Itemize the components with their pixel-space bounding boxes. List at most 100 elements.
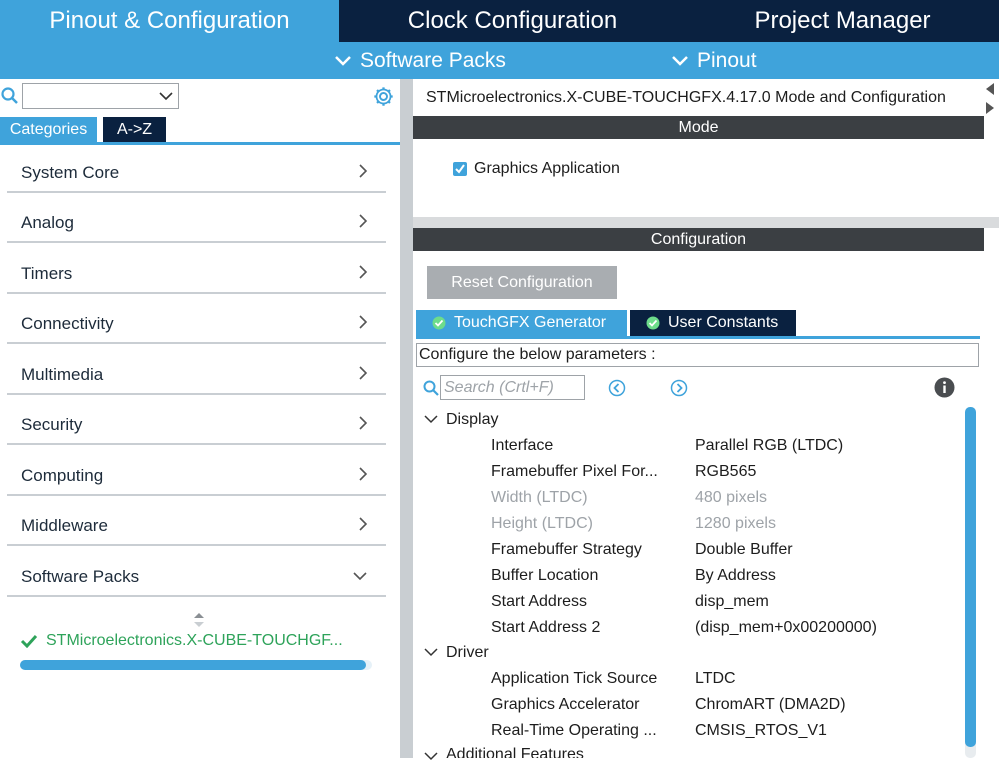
param-value[interactable]: CMSIS_RTOS_V1	[695, 721, 827, 747]
group-driver[interactable]: Driver	[446, 643, 489, 669]
chevron-down-icon	[353, 572, 367, 581]
gear-icon[interactable]	[373, 86, 394, 107]
tab-project-manager[interactable]: Project Manager	[686, 0, 999, 42]
group-display[interactable]: Display	[446, 410, 498, 436]
previous-icon[interactable]	[608, 379, 626, 397]
checkmark-icon	[20, 634, 38, 648]
tab-clock-configuration[interactable]: Clock Configuration	[341, 0, 684, 42]
chevron-down-icon	[159, 92, 173, 101]
category-computing[interactable]: Computing	[7, 448, 386, 496]
param-name[interactable]: Real-Time Operating ...	[491, 721, 657, 747]
param-name[interactable]: Buffer Location	[491, 566, 598, 592]
category-analog[interactable]: Analog	[7, 195, 386, 243]
param-value[interactable]: RGB565	[695, 462, 756, 488]
category-system-core[interactable]: System Core	[7, 145, 386, 193]
tab-categories[interactable]: Categories	[0, 117, 97, 142]
param-name[interactable]: Start Address 2	[491, 618, 600, 644]
mode-section-header: Mode	[413, 116, 984, 139]
section-title: Configuration	[650, 230, 747, 248]
reset-configuration-button[interactable]: Reset Configuration	[427, 266, 617, 299]
graphics-application-label: Graphics Application	[474, 160, 620, 177]
category-label: Software Packs	[21, 567, 140, 586]
category-label: Computing	[21, 466, 104, 485]
group-additional-features[interactable]: Additional Features	[446, 745, 584, 758]
category-security[interactable]: Security	[7, 397, 386, 445]
chevron-right-icon	[359, 416, 368, 430]
graphics-application-checkbox[interactable]	[453, 162, 467, 176]
section-divider	[413, 217, 999, 228]
right-edge-strip	[984, 79, 999, 758]
collapse-arrow-icon[interactable]	[985, 82, 995, 96]
vertical-scrollbar-thumb[interactable]	[965, 407, 976, 747]
param-value: 480 pixels	[695, 489, 768, 506]
param-name[interactable]: Interface	[491, 436, 553, 462]
check-circle-icon	[432, 316, 446, 330]
param-name[interactable]: Application Tick Source	[491, 669, 657, 695]
chevron-right-icon	[359, 467, 368, 481]
category-connectivity[interactable]: Connectivity	[7, 296, 386, 344]
param-value[interactable]: Double Buffer	[695, 540, 793, 566]
software-packs-menu[interactable]: Software Packs	[334, 42, 506, 79]
chevron-down-icon[interactable]	[424, 414, 438, 424]
next-icon[interactable]	[670, 379, 688, 397]
horizontal-scrollbar-thumb[interactable]	[20, 660, 366, 670]
tab-user-constants[interactable]: User Constants	[630, 310, 796, 336]
chevron-down-icon[interactable]	[424, 751, 438, 761]
check-circle-icon	[646, 316, 660, 330]
top-tab-bar: Pinout & Configuration Clock Configurati…	[0, 0, 999, 42]
category-label: Security	[21, 415, 83, 434]
param-name: Height (LTDC)	[491, 515, 593, 532]
configure-parameters-label: Configure the below parameters :	[416, 343, 979, 367]
tab-label: Project Manager	[754, 7, 931, 34]
param-name: Width (LTDC)	[491, 489, 588, 506]
param-value[interactable]: LTDC	[695, 669, 736, 695]
expand-arrow-icon[interactable]	[985, 101, 995, 115]
chevron-right-icon	[359, 265, 368, 279]
info-icon[interactable]	[934, 377, 955, 398]
chevron-right-icon	[359, 517, 368, 531]
menu-label: Pinout	[697, 48, 757, 72]
category-timers[interactable]: Timers	[7, 246, 386, 294]
tab-label: User Constants	[668, 314, 779, 331]
param-value[interactable]: disp_mem	[695, 592, 769, 618]
menu-label: Software Packs	[360, 48, 506, 72]
chevron-down-icon	[672, 55, 688, 66]
category-middleware[interactable]: Middleware	[7, 498, 386, 546]
category-label: Middleware	[21, 516, 108, 535]
sub-menu-bar: Software Packs Pinout	[0, 42, 999, 79]
chevron-right-icon	[359, 164, 368, 178]
search-icon[interactable]	[1, 87, 19, 105]
param-value[interactable]: Parallel RGB (LTDC)	[695, 436, 843, 462]
search-icon	[423, 380, 439, 396]
tab-label: Clock Configuration	[407, 7, 618, 34]
pinout-menu[interactable]: Pinout	[671, 42, 757, 79]
section-title: Mode	[678, 118, 719, 136]
check-icon	[455, 164, 465, 174]
param-name[interactable]: Graphics Accelerator	[491, 695, 640, 721]
tab-pinout-configuration[interactable]: Pinout & Configuration	[0, 0, 339, 42]
tab-underline	[416, 336, 980, 339]
param-value[interactable]: ChromART (DMA2D)	[695, 695, 846, 721]
param-name[interactable]: Start Address	[491, 592, 587, 618]
parameter-search-input[interactable]: Search (Crtl+F)	[440, 375, 585, 400]
panel-splitter[interactable]	[400, 79, 413, 758]
category-label: Analog	[21, 213, 74, 232]
tab-label: Pinout & Configuration	[49, 7, 290, 34]
software-pack-item[interactable]: STMicroelectronics.X-CUBE-TOUCHGF...	[20, 632, 343, 650]
category-software-packs[interactable]: Software Packs	[7, 549, 386, 597]
param-value[interactable]: (disp_mem+0x00200000)	[695, 618, 877, 644]
chevron-down-icon[interactable]	[424, 647, 438, 657]
param-value: 1280 pixels	[695, 515, 776, 532]
param-value[interactable]: By Address	[695, 566, 776, 592]
category-search-combo[interactable]	[22, 83, 179, 109]
software-pack-label: STMicroelectronics.X-CUBE-TOUCHGF...	[46, 632, 343, 649]
category-label: Multimedia	[21, 365, 104, 384]
sort-icon[interactable]	[193, 612, 205, 628]
category-multimedia[interactable]: Multimedia	[7, 347, 386, 395]
chevron-down-icon	[335, 55, 351, 66]
tab-touchgfx-generator[interactable]: TouchGFX Generator	[416, 310, 627, 336]
param-name[interactable]: Framebuffer Pixel For...	[491, 462, 658, 488]
chevron-right-icon	[359, 366, 368, 380]
tab-a-z[interactable]: A->Z	[103, 117, 166, 142]
param-name[interactable]: Framebuffer Strategy	[491, 540, 642, 566]
